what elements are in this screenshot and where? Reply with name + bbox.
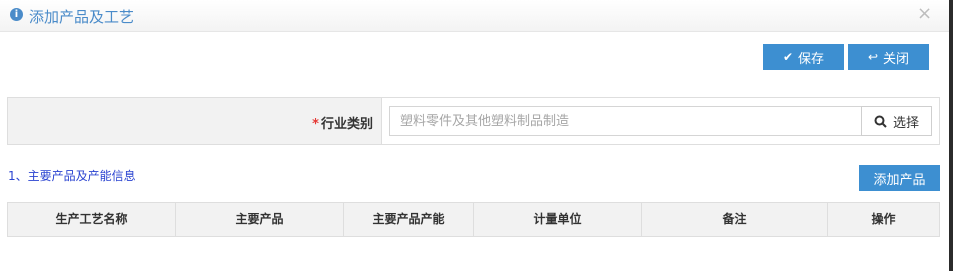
table-header: 生产工艺名称 主要产品 主要产品产能 计量单位 备注 操作 (7, 202, 940, 237)
column-header-unit: 计量单位 (474, 203, 642, 236)
section-title: 1、主要产品及产能信息 (8, 169, 136, 183)
dialog-title: 添加产品及工艺 (29, 8, 135, 26)
industry-label-text: 行业类别 (320, 117, 373, 132)
close-button[interactable]: ↩ 关闭 (848, 44, 929, 70)
select-button-label: 选择 (892, 115, 919, 131)
save-button-label: 保存 (798, 51, 825, 67)
column-header-remarks: 备注 (642, 203, 828, 236)
close-icon[interactable]: × (917, 3, 932, 24)
return-icon: ↩ (867, 50, 879, 64)
column-header-actions: 操作 (871, 212, 896, 226)
close-button-label: 关闭 (883, 51, 910, 67)
info-icon: i (10, 8, 23, 21)
industry-input-box (389, 106, 869, 136)
select-button[interactable]: 选择 (861, 106, 932, 136)
column-header-main-product: 主要产品 (176, 203, 344, 236)
industry-input[interactable] (390, 107, 868, 135)
column-header-capacity: 主要产品产能 (344, 203, 474, 236)
save-button[interactable]: ✔ 保存 (763, 44, 844, 70)
add-product-button[interactable]: 添加产品 (859, 165, 940, 191)
search-icon (874, 115, 887, 128)
add-product-dialog: i 添加产品及工艺 × ✔ 保存 ↩ 关闭 *行业类别 选择 1、主要产品及产能… (0, 0, 949, 271)
window-edge (949, 0, 953, 271)
industry-label-cell: * 行业类别 (8, 98, 382, 144)
dialog-titlebar: i 添加产品及工艺 × (0, 0, 949, 32)
industry-label: * 行业类别 (312, 113, 373, 132)
column-header-process-name: 生产工艺名称 (8, 203, 176, 236)
check-icon: ✔ (782, 50, 794, 64)
industry-form-row: *行业类别 选择 (7, 97, 940, 145)
required-mark: * (312, 117, 319, 132)
